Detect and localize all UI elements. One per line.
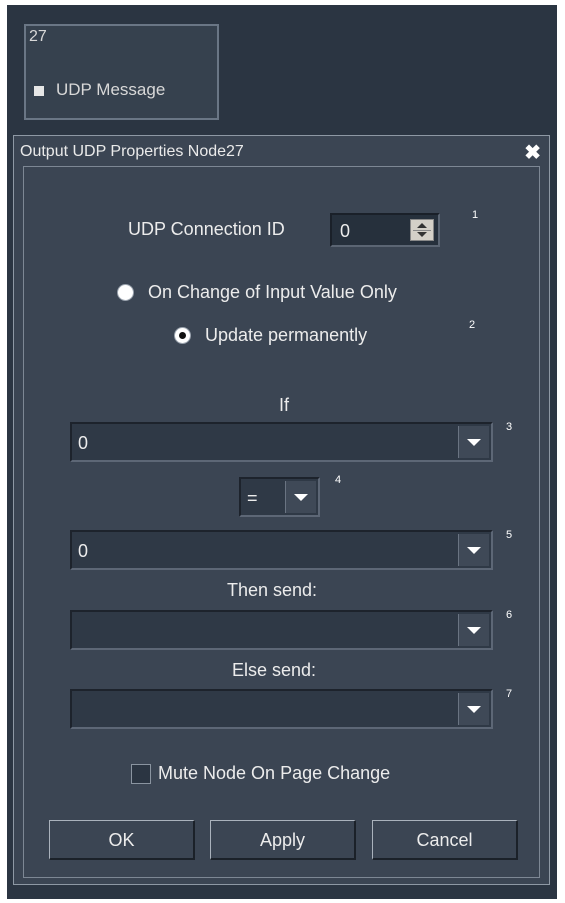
mute-node-label: Mute Node On Page Change: [158, 763, 391, 783]
marker-4: 4: [335, 474, 342, 486]
then-send-combobox[interactable]: [70, 610, 493, 650]
spinner-arrows-icon[interactable]: [410, 219, 434, 241]
mute-node-checkbox[interactable]: [131, 764, 151, 784]
marker-2: 2: [469, 319, 476, 331]
marker-6: 6: [506, 609, 513, 621]
udp-connection-id-value: 0: [340, 221, 351, 241]
radio-on-change-label: On Change of Input Value Only: [148, 282, 397, 302]
operator-value: =: [247, 488, 258, 508]
operator-combobox[interactable]: =: [239, 477, 320, 517]
then-send-label: Then send:: [227, 580, 318, 600]
marker-1: 1: [472, 209, 479, 221]
cancel-button[interactable]: Cancel: [372, 820, 518, 860]
marker-5: 5: [506, 529, 513, 541]
ok-button[interactable]: OK: [49, 820, 195, 860]
else-send-combobox[interactable]: [70, 689, 493, 729]
radio-update-permanently-label: Update permanently: [205, 325, 368, 345]
compare-value: 0: [78, 541, 89, 561]
dialog-title: Output UDP Properties Node27: [20, 143, 244, 160]
dialog-titlebar[interactable]: Output UDP Properties Node27 ✖: [14, 136, 549, 166]
radio-on-change[interactable]: [117, 284, 134, 301]
if-label: If: [279, 395, 290, 415]
radio-update-permanently[interactable]: [174, 327, 191, 344]
udp-connection-id-spinner[interactable]: 0: [330, 213, 440, 247]
canvas: 27 UDP Message Output UDP Properties Nod…: [7, 5, 557, 899]
udp-message-node[interactable]: 27 UDP Message: [24, 24, 219, 120]
close-icon[interactable]: ✖: [524, 140, 541, 165]
node-number: 27: [29, 28, 47, 45]
else-send-label: Else send:: [232, 660, 317, 680]
chevron-down-icon[interactable]: [458, 614, 489, 646]
chevron-down-icon[interactable]: [458, 693, 489, 725]
chevron-down-icon[interactable]: [458, 534, 489, 566]
marker-3: 3: [506, 421, 513, 433]
properties-dialog: Output UDP Properties Node27 ✖ UDP Conne…: [13, 135, 550, 885]
chevron-down-icon[interactable]: [285, 481, 316, 513]
if-combobox[interactable]: 0: [70, 422, 493, 462]
apply-button[interactable]: Apply: [210, 820, 356, 860]
udp-connection-id-label: UDP Connection ID: [128, 219, 285, 239]
marker-7: 7: [506, 688, 513, 700]
if-value: 0: [78, 433, 89, 453]
chevron-down-icon[interactable]: [458, 426, 489, 458]
dialog-body: UDP Connection ID 0 1 On Change of Input…: [23, 166, 540, 878]
compare-value-combobox[interactable]: 0: [70, 530, 493, 570]
node-title: UDP Message: [56, 80, 166, 99]
node-input-port[interactable]: [34, 86, 44, 96]
